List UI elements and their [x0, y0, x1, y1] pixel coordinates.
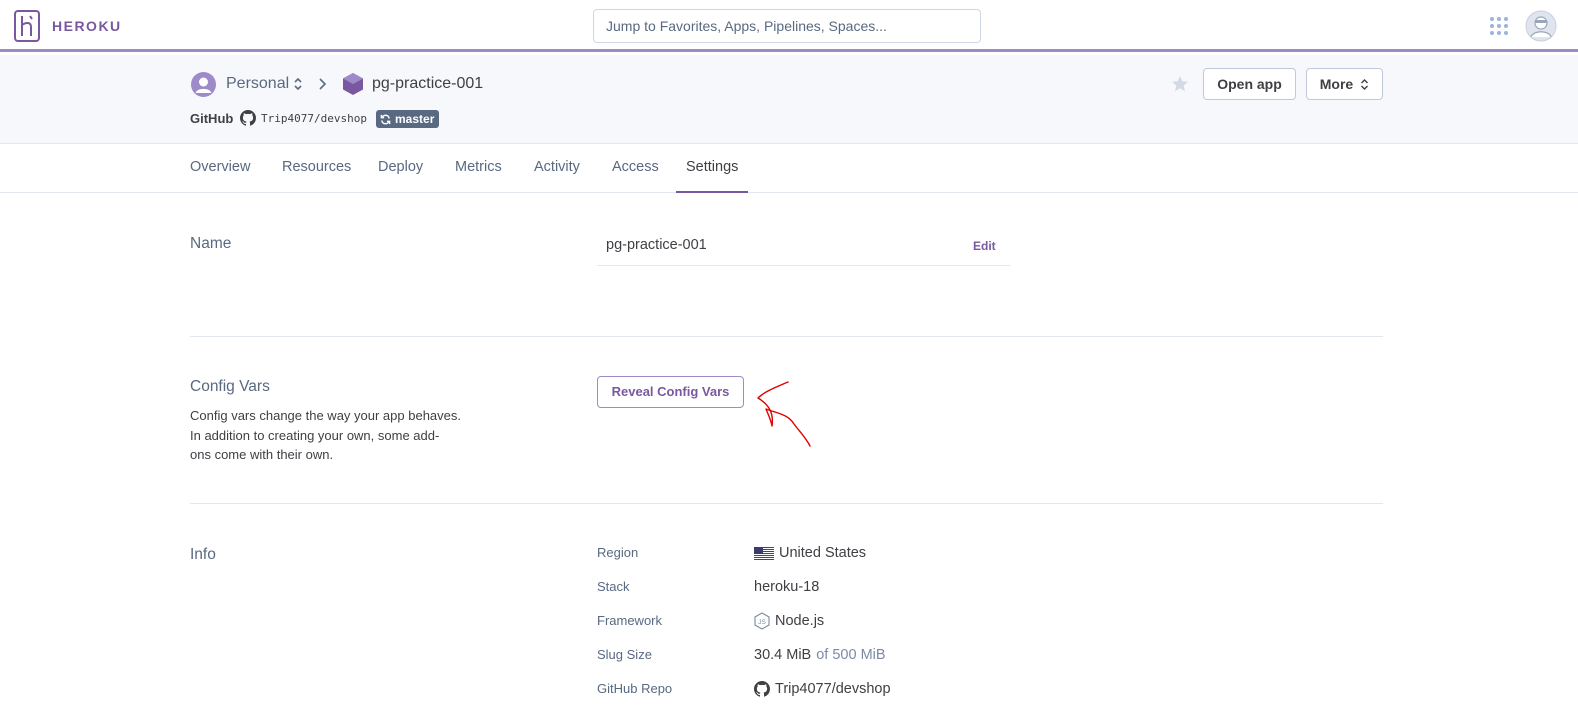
info-label: Region	[597, 545, 639, 560]
name-field-underline	[597, 265, 1010, 266]
chevron-right-icon	[319, 78, 327, 90]
stack-value: heroku-18	[754, 579, 820, 595]
info-section-title: Info	[190, 546, 216, 563]
top-navbar: HEROKU	[0, 0, 1578, 52]
us-flag-icon	[754, 546, 774, 560]
user-avatar-icon[interactable]	[1525, 10, 1557, 42]
open-app-button[interactable]: Open app	[1203, 68, 1296, 100]
reveal-config-vars-button[interactable]: Reveal Config Vars	[597, 376, 744, 408]
info-value: 30.4 MiB of 500 MiB	[754, 645, 886, 665]
updown-chevron-icon[interactable]	[292, 76, 304, 92]
config-vars-description-line: ons come with their own.	[190, 447, 334, 462]
github-icon	[754, 681, 770, 697]
slug-size-limit: of 500 MiB	[816, 647, 886, 663]
info-row-github-repo: GitHub Repo Trip4077/devshop	[597, 679, 1097, 699]
more-button-label: More	[1319, 76, 1354, 92]
app-name-title: pg-practice-001	[372, 75, 484, 92]
tab-deploy[interactable]: Deploy	[368, 144, 433, 193]
section-divider	[190, 503, 1383, 504]
config-vars-description-line: In addition to creating your own, some a…	[190, 427, 440, 443]
app-hexagon-icon	[343, 73, 363, 95]
info-row-framework: Framework JS Node.js	[597, 611, 1097, 631]
info-value: JS Node.js	[754, 611, 824, 631]
github-repo-link[interactable]: Trip4077/devshop	[775, 679, 891, 699]
info-label: GitHub Repo	[597, 681, 673, 696]
info-label: Framework	[597, 613, 663, 628]
info-row-region: Region United States	[597, 543, 1097, 563]
sync-icon	[380, 114, 391, 124]
app-name-value: pg-practice-001	[606, 237, 707, 253]
repo-link[interactable]: Trip4077/devshop	[261, 112, 367, 125]
info-value: Trip4077/devshop	[754, 679, 891, 699]
tab-activity[interactable]: Activity	[524, 144, 590, 193]
config-vars-section-title: Config Vars	[190, 378, 270, 395]
nodejs-icon: JS	[754, 612, 770, 630]
more-button[interactable]: More	[1306, 68, 1383, 100]
name-section-title: Name	[190, 235, 232, 252]
heroku-logo-icon[interactable]	[14, 10, 40, 42]
app-header: Personal pg-practice-001 GitHub Trip4077…	[0, 55, 1578, 144]
branch-name: master	[395, 112, 435, 126]
slug-size-value: 30.4 MiB	[754, 647, 812, 663]
section-divider	[190, 336, 1383, 337]
updown-chevron-icon	[1361, 78, 1369, 90]
branch-badge: master	[376, 110, 440, 128]
tab-access[interactable]: Access	[602, 144, 669, 193]
annotation-arrow-icon	[757, 381, 811, 447]
tab-metrics[interactable]: Metrics	[445, 144, 512, 193]
edit-name-button[interactable]: Edit	[973, 239, 996, 253]
tab-overview[interactable]: Overview	[180, 144, 260, 193]
search-input[interactable]	[593, 9, 981, 43]
region-value: United States	[779, 545, 867, 561]
info-value: heroku-18	[754, 577, 819, 597]
info-row-stack: Stack heroku-18	[597, 577, 1097, 597]
svg-text:JS: JS	[758, 619, 766, 626]
framework-value: Node.js	[775, 613, 825, 629]
personal-avatar-icon[interactable]	[191, 72, 216, 97]
config-vars-description-line: Config vars change the way your app beha…	[190, 408, 462, 423]
apps-grid-icon[interactable]	[1489, 16, 1509, 36]
info-label: Stack	[597, 579, 630, 594]
brand-name[interactable]: HEROKU	[52, 18, 122, 34]
app-tabs: Overview Resources Deploy Metrics Activi…	[0, 144, 1578, 193]
account-switcher[interactable]: Personal	[226, 75, 289, 93]
source-label: GitHub	[190, 111, 234, 126]
info-label: Slug Size	[597, 647, 652, 662]
tab-resources[interactable]: Resources	[272, 144, 361, 193]
config-vars-description: Config vars change the way your app beha…	[190, 406, 480, 465]
info-value: United States	[754, 543, 866, 563]
info-row-slug-size: Slug Size 30.4 MiB of 500 MiB	[597, 645, 1097, 665]
favorite-star-icon[interactable]	[1171, 75, 1189, 93]
tab-settings[interactable]: Settings	[676, 144, 748, 193]
github-icon	[240, 110, 256, 126]
